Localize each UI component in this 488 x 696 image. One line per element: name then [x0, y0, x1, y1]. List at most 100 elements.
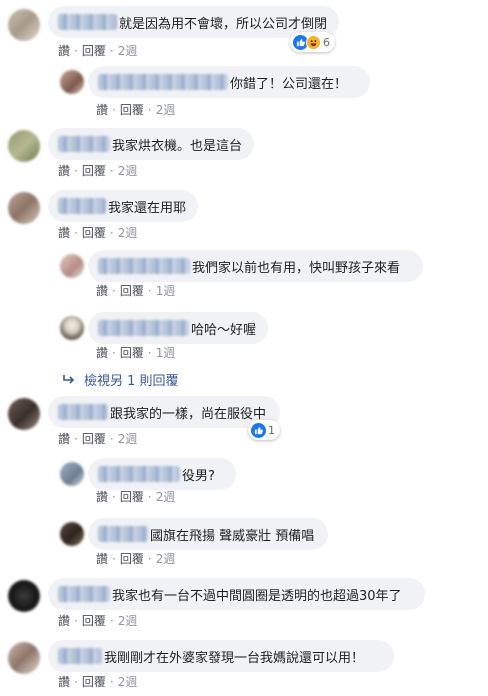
timestamp[interactable]: 2週: [118, 224, 138, 241]
separator: ·: [109, 431, 114, 446]
comment-actions: 讚 · 回覆 · 1週: [96, 282, 175, 299]
comment-text: 我家也有一台不過中間圓圈是透明的也超過30年了: [112, 588, 402, 604]
like-link[interactable]: 讚: [58, 162, 70, 179]
separator: ·: [109, 613, 114, 628]
reaction-badge[interactable]: 6: [290, 32, 335, 52]
view-more-replies-link[interactable]: 檢視另 1 則回覆: [62, 370, 179, 389]
avatar[interactable]: [60, 522, 84, 546]
separator: ·: [74, 613, 78, 628]
comment-text: 國旗在飛揚 聲威豪壯 預備唱: [150, 528, 315, 544]
avatar[interactable]: [8, 580, 40, 612]
avatar[interactable]: [8, 130, 40, 162]
timestamp[interactable]: 2週: [118, 673, 138, 690]
separator: ·: [112, 102, 116, 117]
avatar[interactable]: [8, 398, 40, 430]
reply-link[interactable]: 回覆: [82, 612, 106, 629]
reply-link[interactable]: 回覆: [82, 42, 106, 59]
timestamp[interactable]: 2週: [118, 42, 138, 59]
timestamp[interactable]: 2週: [118, 162, 138, 179]
comment-actions: 讚 · 回覆 · 1週: [96, 344, 175, 361]
reply-link[interactable]: 回覆: [82, 673, 106, 690]
comment-text: 我家還在用耶: [107, 200, 186, 216]
like-link[interactable]: 讚: [96, 488, 108, 505]
view-more-replies-text: 檢視另 1 則回覆: [84, 374, 179, 389]
blurred-author-name[interactable]: [58, 648, 102, 664]
reply-link[interactable]: 回覆: [82, 224, 106, 241]
reply-link[interactable]: 回覆: [120, 344, 144, 361]
timestamp[interactable]: 2週: [156, 488, 176, 505]
blurred-author-name[interactable]: [58, 586, 110, 602]
like-link[interactable]: 讚: [96, 101, 108, 118]
like-link[interactable]: 讚: [96, 282, 108, 299]
comment: 跟我家的一樣，尚在服役中 1 讚 · 回覆 · 2週: [0, 396, 488, 446]
like-link[interactable]: 讚: [58, 673, 70, 690]
comment: 就是因為用不會壞，所以公司才倒閉 6 讚 · 回覆 · 2週: [0, 6, 488, 59]
comment-actions: 讚 · 回覆 · 2週: [96, 550, 175, 567]
separator: ·: [74, 163, 78, 178]
comment-actions: 讚 · 回覆 · 2週: [58, 162, 137, 179]
comment: 我家還在用耶 讚 · 回覆 · 2週: [0, 190, 488, 240]
reply: 國旗在飛揚 聲威豪壯 預備唱 讚 · 回覆 · 2週: [0, 518, 488, 568]
avatar[interactable]: [8, 9, 40, 41]
comment-bubble: 國旗在飛揚 聲威豪壯 預備唱: [88, 518, 328, 550]
blurred-author-name[interactable]: [58, 136, 110, 152]
comment-thread: 就是因為用不會壞，所以公司才倒閉 6 讚 · 回覆 · 2週 你錯了！公司還在！ 讚…: [0, 0, 488, 696]
comment-text: 就是因為用不會壞，所以公司才倒閉: [118, 16, 327, 32]
separator: ·: [109, 225, 114, 240]
timestamp[interactable]: 2週: [156, 101, 176, 118]
reply-link[interactable]: 回覆: [120, 550, 144, 567]
like-link[interactable]: 讚: [96, 344, 108, 361]
blurred-author-name[interactable]: [98, 320, 189, 336]
timestamp[interactable]: 2週: [156, 550, 176, 567]
like-link[interactable]: 讚: [58, 430, 70, 447]
separator: ·: [74, 431, 78, 446]
comment-bubble: 我家也有一台不過中間圓圈是透明的也超過30年了: [48, 578, 425, 610]
comment-text: 我家烘衣機。也是這台: [111, 138, 242, 154]
reaction-badge[interactable]: 1: [248, 420, 280, 440]
like-link[interactable]: 讚: [58, 42, 70, 59]
separator: ·: [147, 102, 152, 117]
separator: ·: [74, 225, 78, 240]
timestamp[interactable]: 1週: [156, 344, 176, 361]
avatar[interactable]: [60, 462, 84, 486]
comment-text: 我剛剛才在外婆家發現一台我媽說還可以用！: [104, 650, 365, 666]
like-link[interactable]: 讚: [58, 612, 70, 629]
comment-text: 你錯了！公司還在！: [230, 76, 348, 92]
comment-bubble: 我家還在用耶: [48, 190, 198, 222]
separator: ·: [109, 674, 114, 689]
timestamp[interactable]: 1週: [156, 282, 176, 299]
reaction-count: 1: [268, 423, 275, 437]
blurred-author-name[interactable]: [98, 74, 228, 90]
reply-link[interactable]: 回覆: [120, 282, 144, 299]
separator: ·: [74, 674, 78, 689]
reply-link[interactable]: 回覆: [82, 430, 106, 447]
blurred-author-name[interactable]: [98, 466, 180, 482]
like-link[interactable]: 讚: [58, 224, 70, 241]
avatar[interactable]: [60, 316, 84, 340]
separator: ·: [147, 551, 152, 566]
comment-text: 跟我家的一樣，尚在服役中: [110, 406, 267, 422]
separator: ·: [112, 489, 116, 504]
blurred-author-name[interactable]: [58, 198, 106, 214]
blurred-author-name[interactable]: [58, 14, 117, 30]
reply: 哈哈～好喔 讚 · 回覆 · 1週: [0, 312, 488, 362]
comment-text: 我們家以前也有用，快叫野孩子來看: [192, 260, 401, 276]
reaction-count: 6: [323, 35, 330, 49]
avatar[interactable]: [60, 70, 84, 94]
blurred-author-name[interactable]: [58, 404, 108, 420]
timestamp[interactable]: 2週: [118, 612, 138, 629]
comment-actions: 讚 · 回覆 · 2週: [96, 488, 175, 505]
blurred-author-name[interactable]: [98, 258, 190, 274]
reply-link[interactable]: 回覆: [120, 101, 144, 118]
comment-bubble: 我剛剛才在外婆家發現一台我媽說還可以用！: [48, 640, 394, 672]
avatar[interactable]: [8, 192, 40, 224]
blurred-author-name[interactable]: [98, 526, 148, 542]
reply-link[interactable]: 回覆: [120, 488, 144, 505]
like-link[interactable]: 讚: [96, 550, 108, 567]
separator: ·: [74, 43, 78, 58]
separator: ·: [109, 163, 114, 178]
timestamp[interactable]: 2週: [118, 430, 138, 447]
avatar[interactable]: [8, 642, 40, 674]
avatar[interactable]: [60, 254, 84, 278]
reply-link[interactable]: 回覆: [82, 162, 106, 179]
